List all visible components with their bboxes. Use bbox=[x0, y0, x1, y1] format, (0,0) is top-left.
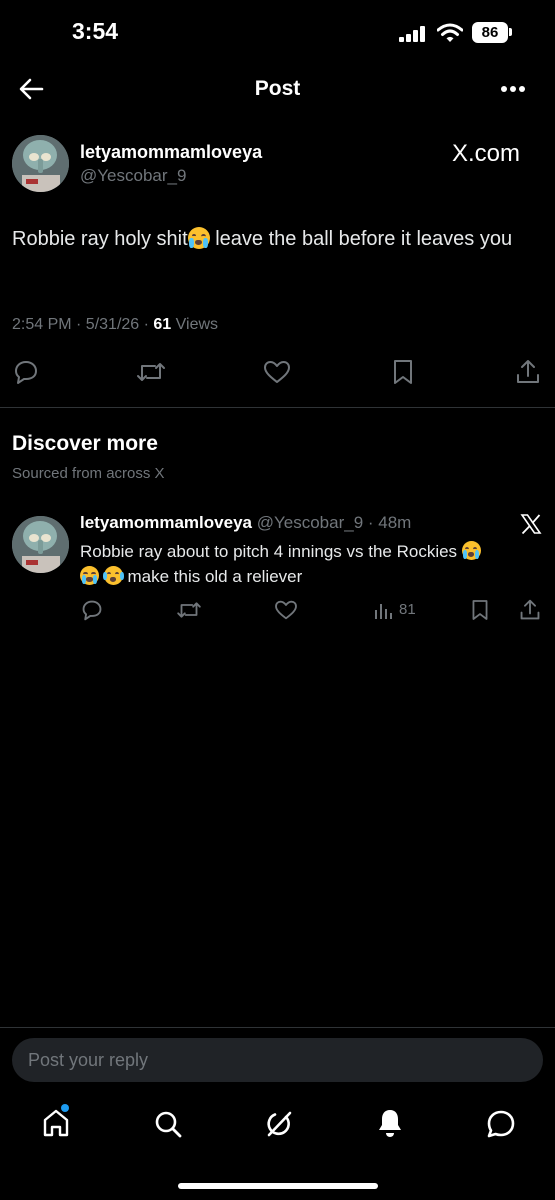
share-icon[interactable] bbox=[515, 358, 541, 386]
post-author-handle[interactable]: @Yescobar_9 bbox=[80, 166, 186, 186]
post-author-name[interactable]: letyamommamloveya bbox=[80, 142, 262, 163]
loudly-crying-emoji bbox=[187, 227, 210, 249]
related-post-header: letyamommamloveya @Yescobar_9 · 48m bbox=[80, 513, 411, 533]
related-text-part1: Robbie ray about to pitch 4 innings vs t… bbox=[80, 542, 462, 561]
home-icon[interactable] bbox=[42, 1108, 70, 1138]
post-timestamp: 2:54 PM · 5/31/26 · bbox=[12, 316, 154, 333]
views-label: Views bbox=[171, 316, 219, 333]
bookmark-icon[interactable] bbox=[471, 599, 489, 621]
post-text-part2: leave the ball before it leaves you bbox=[209, 228, 513, 250]
post-text-part1: Robbie ray holy shit bbox=[12, 228, 188, 250]
discover-title: Discover more bbox=[12, 432, 158, 455]
loudly-crying-emoji bbox=[461, 541, 481, 560]
status-time: 3:54 bbox=[72, 18, 119, 44]
reply-divider bbox=[0, 1027, 555, 1028]
related-views-count[interactable]: 81 bbox=[399, 601, 416, 618]
home-indicator bbox=[178, 1183, 378, 1189]
related-handle-time[interactable]: @Yescobar_9 · 48m bbox=[257, 513, 412, 532]
share-icon[interactable] bbox=[519, 598, 541, 622]
battery-indicator: 86 bbox=[472, 22, 508, 43]
like-icon[interactable] bbox=[263, 360, 291, 384]
reply-icon[interactable] bbox=[81, 599, 103, 621]
avatar[interactable] bbox=[12, 135, 69, 192]
post-text: Robbie ray holy shit leave the ball befo… bbox=[12, 224, 542, 255]
repost-icon[interactable] bbox=[136, 360, 166, 384]
loudly-crying-emoji bbox=[80, 566, 99, 585]
reply-placeholder[interactable]: Post your reply bbox=[28, 1050, 148, 1071]
notifications-icon[interactable] bbox=[377, 1108, 403, 1138]
page-title: Post bbox=[254, 77, 301, 100]
source-label: X.com bbox=[452, 140, 521, 167]
avatar-image bbox=[12, 516, 69, 573]
related-author-name[interactable]: letyamommamloveya bbox=[80, 513, 252, 532]
wifi-icon bbox=[437, 23, 463, 42]
reply-icon[interactable] bbox=[13, 359, 39, 385]
x-logo-icon bbox=[520, 514, 542, 535]
messages-icon[interactable] bbox=[486, 1109, 516, 1139]
search-icon[interactable] bbox=[154, 1110, 182, 1138]
post-meta: 2:54 PM · 5/31/26 · 61 Views bbox=[12, 316, 218, 334]
related-post-text: Robbie ray about to pitch 4 innings vs t… bbox=[80, 539, 548, 589]
discover-subtitle: Sourced from across X bbox=[12, 465, 165, 482]
avatar-image bbox=[12, 135, 69, 192]
tears-of-joy-emoji bbox=[102, 566, 124, 585]
views-count[interactable]: 61 bbox=[153, 316, 171, 333]
more-icon[interactable] bbox=[500, 85, 526, 93]
cellular-signal-icon bbox=[399, 26, 425, 42]
divider bbox=[0, 407, 555, 408]
battery-cap bbox=[509, 28, 512, 36]
grok-icon[interactable] bbox=[264, 1109, 294, 1139]
home-notification-dot bbox=[61, 1104, 69, 1112]
related-text-part2: make this old a reliever bbox=[127, 567, 303, 586]
repost-icon[interactable] bbox=[176, 600, 202, 620]
like-icon[interactable] bbox=[274, 600, 298, 620]
views-icon[interactable] bbox=[374, 601, 394, 619]
bookmark-icon[interactable] bbox=[392, 359, 414, 385]
related-avatar[interactable] bbox=[12, 516, 69, 573]
